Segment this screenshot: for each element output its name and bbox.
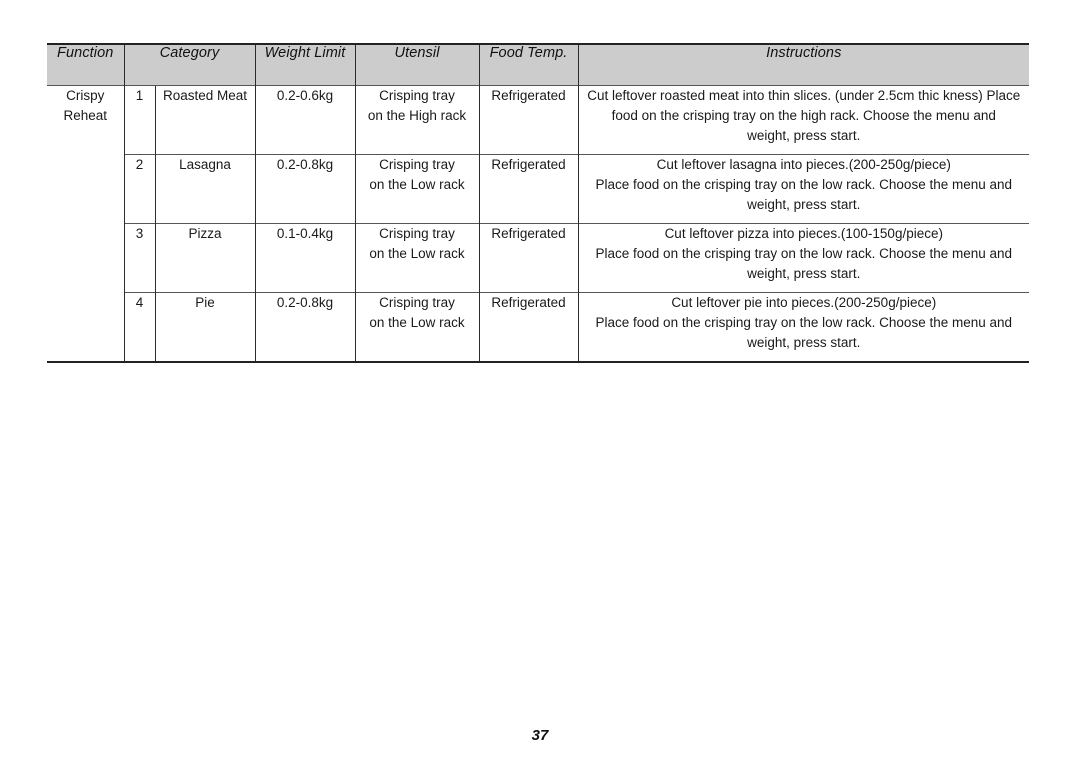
header-food-temp: Food Temp. [478,44,579,86]
instructions-line3: weight, press start. [747,128,861,143]
utensil-line1: Crisping tray [379,88,455,103]
header-category: Category [123,44,256,86]
document-page: Function Category Weight Limit Utensil F… [0,0,1080,771]
row-index: 1 [123,85,155,155]
food-temp-value: Refrigerated [478,154,579,224]
weight-limit-value: 0.2-0.8kg [254,292,356,362]
table-body: Crispy Reheat 1 Roasted Meat 0.2-0.6kg C… [47,85,1030,362]
utensil-value: Crisping tray on the High rack [354,85,480,155]
table-row: 4 Pie 0.2-0.8kg Crisping tray on the Low… [47,292,1030,362]
table-row: 3 Pizza 0.1-0.4kg Crisping tray on the L… [47,223,1030,293]
instructions-line2: Place food on the crisping tray on the l… [595,177,1013,192]
category-value: Roasted Meat [154,85,256,155]
header-row: Function Category Weight Limit Utensil F… [47,44,1030,86]
header-weight-limit: Weight Limit [254,44,356,86]
crispy-reheat-guide-table: Function Category Weight Limit Utensil F… [47,43,1030,363]
instructions-value: Cut leftover lasagna into pieces.(200-25… [577,154,1030,224]
instructions-line3: weight, press start. [747,335,861,350]
row-index: 4 [123,292,155,362]
utensil-line2: on the Low rack [369,177,465,192]
row-index: 3 [123,223,155,293]
instructions-line1: Cut leftover pizza into pieces.(100-150g… [664,226,943,241]
category-value: Lasagna [154,154,256,224]
utensil-value: Crisping tray on the Low rack [354,223,480,293]
weight-limit-value: 0.2-0.8kg [254,154,356,224]
header-function: Function [47,44,124,86]
row-index: 2 [123,154,155,224]
weight-limit-value: 0.2-0.6kg [254,85,356,155]
table-header: Function Category Weight Limit Utensil F… [47,44,1030,86]
header-utensil: Utensil [354,44,480,86]
table-row: 2 Lasagna 0.2-0.8kg Crisping tray on the… [47,154,1030,224]
page-number: 37 [531,727,549,744]
food-temp-value: Refrigerated [478,292,579,362]
weight-limit-value: 0.1-0.4kg [254,223,356,293]
utensil-line1: Crisping tray [379,226,455,241]
function-cell-crispy-reheat: Crispy Reheat [47,85,124,362]
instructions-line3: weight, press start. [747,266,861,281]
instructions-line1: Cut leftover lasagna into pieces.(200-25… [656,157,951,172]
utensil-value: Crisping tray on the Low rack [354,154,480,224]
function-label-line2: Reheat [63,108,108,123]
category-value: Pizza [154,223,256,293]
header-instructions: Instructions [577,44,1030,86]
instructions-line3: weight, press start. [747,197,861,212]
utensil-line2: on the Low rack [369,246,465,261]
food-temp-value: Refrigerated [478,85,579,155]
utensil-line1: Crisping tray [379,157,455,172]
category-value: Pie [154,292,256,362]
function-label-line1: Crispy [66,88,105,103]
instructions-value: Cut leftover pie into pieces.(200-250g/p… [577,292,1030,362]
utensil-value: Crisping tray on the Low rack [354,292,480,362]
instructions-value: Cut leftover roasted meat into thin slic… [577,85,1030,155]
instructions-line2: Place food on the crisping tray on the l… [595,246,1013,261]
utensil-line2: on the High rack [367,108,467,123]
instructions-line1: Cut leftover roasted meat into thin slic… [587,88,1021,103]
instructions-line1: Cut leftover pie into pieces.(200-250g/p… [671,295,937,310]
food-temp-value: Refrigerated [478,223,579,293]
instructions-line2: Place food on the crisping tray on the l… [595,315,1013,330]
table-row: Crispy Reheat 1 Roasted Meat 0.2-0.6kg C… [47,85,1030,362]
instructions-line2: food on the crisping tray on the high ra… [611,108,996,123]
utensil-line1: Crisping tray [379,295,455,310]
utensil-line2: on the Low rack [369,315,465,330]
instructions-value: Cut leftover pizza into pieces.(100-150g… [577,223,1030,293]
